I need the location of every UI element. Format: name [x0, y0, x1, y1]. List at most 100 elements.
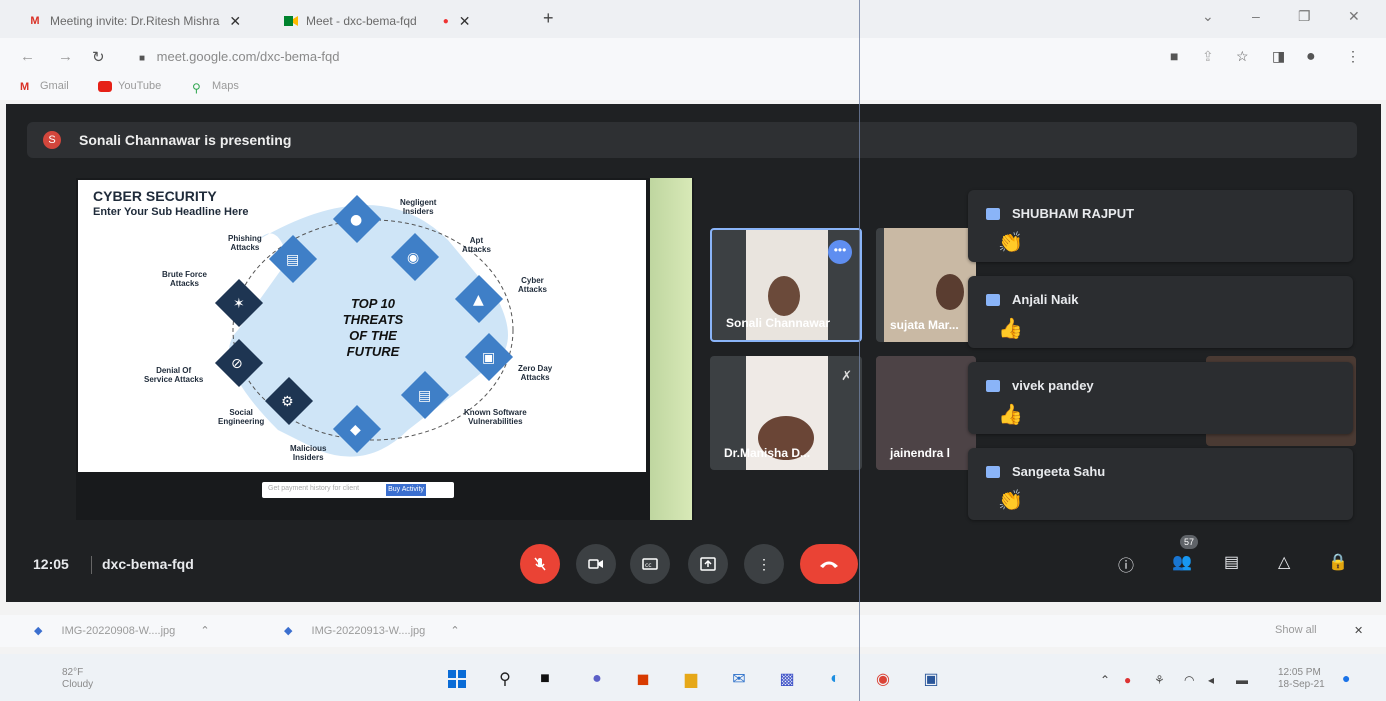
divider: [91, 556, 92, 574]
file-icon: ◆: [34, 625, 43, 637]
tab-label: Meeting invite: Dr.Ritesh Mishra: [50, 14, 220, 28]
more-options-icon[interactable]: •••: [828, 240, 852, 264]
chat-icon: [986, 380, 1000, 392]
tab-meeting-invite[interactable]: M Meeting invite: Dr.Ritesh Mishra ✕: [28, 8, 241, 34]
leave-call-button[interactable]: [800, 544, 858, 584]
svg-text:◆: ◆: [350, 422, 361, 438]
center-title-line: TOP 10: [350, 296, 396, 311]
volume-icon[interactable]: ◂: [1208, 673, 1214, 687]
windows-start-icon[interactable]: [446, 668, 468, 690]
people-icon[interactable]: 👥: [1172, 552, 1192, 572]
weather-widget[interactable]: 82°F Cloudy: [62, 667, 93, 691]
chevron-up-icon[interactable]: ⌃: [450, 625, 459, 637]
svg-text:▲: ▲: [473, 292, 484, 308]
svg-text:▣: ▣: [482, 350, 495, 366]
tab-meet[interactable]: Meet - dxc-bema-fqd ● ✕: [284, 8, 471, 34]
menu-icon[interactable]: ⋮: [1346, 48, 1360, 65]
minimize-icon[interactable]: –: [1252, 8, 1260, 24]
url-field[interactable]: ■ meet.google.com/dxc-bema-fqd: [139, 49, 339, 64]
captions-button[interactable]: cc: [630, 544, 670, 584]
mic-off-icon: ✗: [841, 368, 852, 383]
maps-pin-icon: ⚲: [192, 80, 201, 95]
download-item[interactable]: ◆ IMG-20220913-W....jpg ⌃: [284, 624, 460, 637]
system-clock[interactable]: 12:05 PM 18-Sep-21: [1278, 667, 1325, 691]
bookmark-label: Maps: [212, 80, 239, 92]
shared-screen[interactable]: CYBER SECURITY Enter Your Sub Headline H…: [76, 178, 694, 520]
bookmark-maps[interactable]: ⚲ Maps: [192, 80, 239, 95]
participant-tile[interactable]: ✗ Dr.Manisha D...: [710, 356, 862, 470]
downloads-bar: ◆ IMG-20220908-W....jpg ⌃ ◆ IMG-20220913…: [0, 615, 1386, 647]
participant-tile[interactable]: jainendra l: [876, 356, 976, 470]
meeting-clock: 12:05: [33, 556, 69, 572]
info-icon[interactable]: ⓘ: [1118, 552, 1134, 576]
download-item[interactable]: ◆ IMG-20220908-W....jpg ⌃: [34, 624, 210, 637]
chevron-up-icon[interactable]: ⌃: [1100, 673, 1110, 687]
side-panel-icon[interactable]: ◨: [1272, 48, 1285, 65]
forward-icon[interactable]: →: [58, 48, 73, 65]
back-icon[interactable]: ←: [20, 48, 35, 65]
app-icon[interactable]: ▩: [776, 668, 798, 690]
edge-icon[interactable]: ◐: [824, 668, 846, 690]
task-view-icon[interactable]: ■: [534, 668, 556, 690]
close-tab-icon[interactable]: ✕: [459, 13, 471, 30]
slide-search-button: Buy Activity: [386, 484, 426, 496]
tab-bar: M Meeting invite: Dr.Ritesh Mishra ✕ Mee…: [0, 0, 1386, 38]
battery-icon[interactable]: ▬: [1236, 673, 1248, 687]
chevron-up-icon[interactable]: ⌃: [200, 625, 209, 637]
reload-icon[interactable]: ↻: [92, 48, 105, 66]
participant-tile[interactable]: sujata Mar...: [876, 228, 976, 342]
presenting-banner: S Sonali Channawar is presenting: [27, 122, 1357, 158]
camera-icon[interactable]: ■: [1170, 48, 1178, 64]
antivirus-icon[interactable]: ●: [1124, 673, 1131, 687]
present-button[interactable]: [688, 544, 728, 584]
word-icon[interactable]: ▣: [920, 668, 942, 690]
scan-artifact-line: [859, 0, 860, 701]
meet-window: S Sonali Channawar is presenting CYBER S…: [6, 104, 1381, 602]
mail-icon[interactable]: ✉: [728, 668, 750, 690]
address-bar: ← → ↻ ■ meet.google.com/dxc-bema-fqd ■ ⇪…: [0, 38, 1386, 74]
mic-icon[interactable]: ⚘: [1154, 673, 1165, 687]
close-window-icon[interactable]: ✕: [1348, 8, 1360, 25]
label-phishing-attacks: Phishing Attacks: [228, 234, 262, 252]
taskbar: 82°F Cloudy ⚲ ■ ● ◼ ▆ ✉ ▩ ◐ ◉ ▣ ⌃ ● ⚘ ◠ …: [0, 654, 1386, 701]
slide-side-panel: [650, 178, 692, 520]
chrome-icon[interactable]: ◉: [872, 668, 894, 690]
chat-app-icon[interactable]: ●: [586, 668, 608, 690]
label-brute-force-attacks: Brute Force Attacks: [162, 270, 207, 288]
bookmarks-bar: M Gmail YouTube ⚲ Maps: [0, 74, 1386, 100]
new-tab-button[interactable]: +: [543, 8, 554, 29]
close-downloads-icon[interactable]: ✕: [1354, 624, 1363, 637]
search-icon[interactable]: ⚲: [494, 668, 516, 690]
close-tab-icon[interactable]: ✕: [229, 13, 241, 30]
reaction-sender: Sangeeta Sahu: [1012, 464, 1106, 479]
chat-icon[interactable]: ▤: [1224, 552, 1239, 572]
bookmark-youtube[interactable]: YouTube: [98, 80, 161, 92]
wifi-icon[interactable]: ◠: [1184, 673, 1194, 687]
office-icon[interactable]: ◼: [632, 668, 654, 690]
meet-icon: [284, 15, 298, 27]
share-icon[interactable]: ⇪: [1202, 48, 1214, 65]
bookmark-label: YouTube: [118, 80, 162, 92]
show-all-link[interactable]: Show all: [1275, 624, 1317, 636]
mic-off-button[interactable]: [520, 544, 560, 584]
bookmark-gmail[interactable]: M Gmail: [20, 80, 69, 93]
youtube-icon: [98, 80, 112, 92]
notification-icon[interactable]: ●: [1342, 670, 1350, 686]
camera-button[interactable]: [576, 544, 616, 584]
svg-text:⚙: ⚙: [281, 394, 294, 410]
activities-icon[interactable]: △: [1278, 552, 1290, 572]
host-controls-icon[interactable]: 🔒: [1328, 552, 1348, 572]
more-options-button[interactable]: ⋮: [744, 544, 784, 584]
chevron-down-icon[interactable]: ⌄: [1202, 8, 1214, 25]
reaction-sender: Anjali Naik: [1012, 292, 1079, 307]
participant-tile[interactable]: ••• Sonali Channawar: [710, 228, 862, 342]
restore-icon[interactable]: ❐: [1298, 8, 1311, 25]
participant-face: [768, 276, 800, 316]
label-malicious-insiders: Malicious Insiders: [290, 444, 327, 462]
star-icon[interactable]: ☆: [1236, 48, 1249, 65]
clap-emoji-icon: 👏: [998, 490, 1023, 512]
participant-name: jainendra l: [890, 446, 951, 460]
file-explorer-icon[interactable]: ▆: [680, 668, 702, 690]
svg-text:▤: ▤: [286, 252, 299, 268]
profile-avatar[interactable]: ●: [1306, 48, 1316, 66]
